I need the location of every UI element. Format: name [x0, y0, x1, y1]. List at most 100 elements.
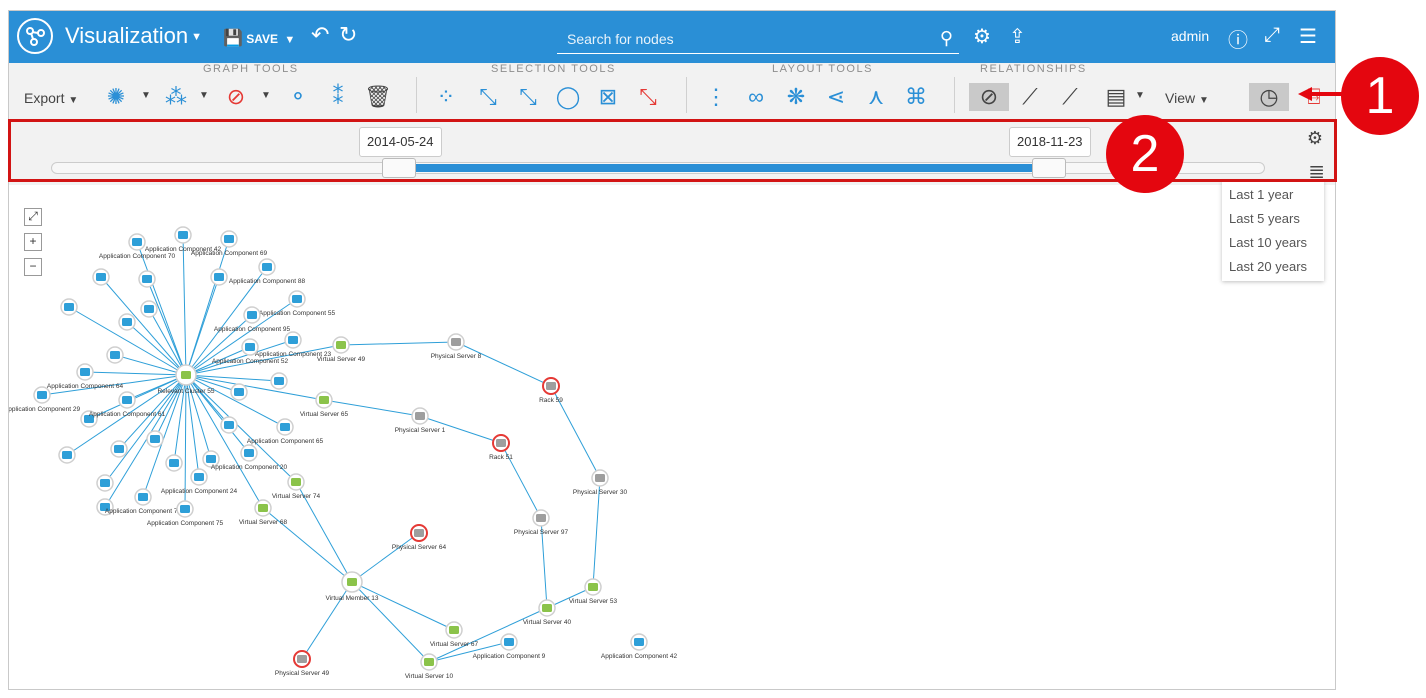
horizontal-layout-icon[interactable]: ∞: [741, 83, 771, 111]
graph-edge: [351, 581, 455, 631]
graph-node[interactable]: [118, 313, 136, 331]
graph-node[interactable]: Physical Server 64: [392, 524, 447, 551]
graph-node-label: Rack 51: [489, 454, 513, 461]
graph-node[interactable]: [106, 346, 124, 364]
info-icon[interactable]: ⓘ: [1228, 24, 1248, 53]
timeline-toggle-icon[interactable]: ◷: [1249, 83, 1289, 111]
graph-node[interactable]: Application Component 69: [191, 230, 268, 257]
undo-icon[interactable]: ↶: [311, 22, 329, 48]
graph-node[interactable]: [110, 440, 128, 458]
graph-node[interactable]: Virtual Server 68: [239, 499, 288, 526]
graph-node[interactable]: Application Component 55: [259, 290, 336, 317]
graph-node[interactable]: Virtual Member 13: [326, 571, 379, 602]
graph-node[interactable]: [96, 474, 114, 492]
graph-node[interactable]: Physical Server 97: [514, 509, 569, 536]
graph-node[interactable]: [60, 298, 78, 316]
hierarchy-layout-icon[interactable]: ⋏: [861, 83, 891, 111]
search-input[interactable]: [557, 25, 939, 53]
graph-node[interactable]: Rack 51: [489, 434, 513, 461]
graph-node[interactable]: [138, 270, 156, 288]
vertical-layout-icon[interactable]: ⋮: [701, 83, 731, 111]
graph-node-label: Application Component 9: [473, 653, 546, 660]
graph-node[interactable]: Application Component 24: [161, 468, 238, 495]
tree-layout-icon[interactable]: ⋖: [821, 83, 851, 111]
graph-node[interactable]: [58, 446, 76, 464]
select-path-icon[interactable]: ⤡: [513, 83, 543, 111]
graph-node-label: Virtual Server 65: [300, 411, 349, 418]
chevron-down-icon[interactable]: ▼: [199, 90, 209, 101]
relationship-curved-icon[interactable]: ⊘: [969, 83, 1009, 111]
graph-logo-icon[interactable]: [17, 18, 53, 54]
graph-node[interactable]: Application Component 42: [601, 633, 678, 660]
graph-node[interactable]: Physical Server 49: [275, 650, 330, 677]
relationship-link-icon[interactable]: ⟋: [1015, 83, 1045, 111]
graph-node[interactable]: Application Component 23: [255, 331, 332, 358]
graph-node-label: Physical Server 1: [395, 427, 446, 434]
select-neighbors-icon[interactable]: ⤡: [473, 83, 503, 111]
select-link-icon[interactable]: ⤡: [633, 83, 663, 111]
upload-icon[interactable]: ⇪: [1009, 24, 1026, 49]
fullscreen-icon[interactable]: ⤢: [1264, 24, 1280, 47]
graph-node[interactable]: Virtual Server 65: [300, 391, 349, 418]
graph-node[interactable]: [270, 372, 288, 390]
graph-node[interactable]: Application Component 20: [211, 444, 288, 471]
graph-node[interactable]: [165, 454, 183, 472]
save-button[interactable]: 💾 SAVE ▼: [223, 28, 295, 48]
graph-node[interactable]: [210, 268, 228, 286]
graph-node-label: Virtual Server 53: [569, 598, 618, 605]
relationship-line-icon[interactable]: ⟋: [1055, 83, 1085, 111]
settings-cogs-icon[interactable]: ⚙: [973, 24, 991, 49]
graph-node-label: Application Component 20: [211, 464, 288, 471]
graph-node[interactable]: [146, 430, 164, 448]
chevron-down-icon[interactable]: ▼: [141, 90, 151, 101]
chevron-down-icon[interactable]: ▼: [261, 90, 271, 101]
graph-canvas[interactable]: Relevant Cluster 55 Application Component…: [9, 187, 1335, 689]
graph-node-label: Application Component 42: [601, 653, 678, 660]
graph-node[interactable]: Virtual Server 40: [523, 599, 572, 626]
circular-layout-icon[interactable]: ❋: [781, 83, 811, 111]
invert-selection-icon[interactable]: ◯: [553, 83, 583, 111]
view-dropdown[interactable]: View ▼: [1165, 90, 1209, 106]
chevron-down-icon: ▼: [1198, 95, 1209, 106]
graph-node[interactable]: [230, 383, 248, 401]
search-icon[interactable]: ⚲: [940, 28, 953, 49]
export-dropdown[interactable]: Export ▼: [24, 90, 78, 106]
graph-node[interactable]: Application Component 64: [47, 363, 124, 390]
view-label: View: [1165, 90, 1196, 106]
user-name[interactable]: admin: [1171, 28, 1209, 44]
graph-node[interactable]: Virtual Server 49: [317, 336, 366, 363]
graph-node-label: Application Component 29: [9, 406, 81, 413]
divider: [954, 77, 955, 113]
add-node-icon[interactable]: ⚬: [283, 83, 313, 111]
select-all-icon[interactable]: ⁘: [431, 83, 461, 111]
graph-node[interactable]: Virtual Server 53: [569, 578, 618, 605]
app-title-menu[interactable]: Visualization ▼: [65, 23, 202, 49]
document-icon[interactable]: ▤: [1101, 83, 1131, 111]
graph-node-label: Application Component 64: [47, 383, 124, 390]
graph-node[interactable]: [92, 268, 110, 286]
graph-edge: [455, 341, 552, 387]
graph-node[interactable]: Application Component 65: [247, 418, 324, 445]
graph-node[interactable]: Virtual Server 67: [430, 621, 479, 648]
graph-node[interactable]: [140, 300, 158, 318]
grid-layout-icon[interactable]: ⌘: [901, 83, 931, 111]
add-link-icon[interactable]: ⁑: [323, 83, 353, 111]
graph-node[interactable]: Physical Server 30: [573, 469, 628, 496]
chevron-down-icon[interactable]: ▼: [1135, 90, 1145, 101]
trash-icon[interactable]: 🗑: [363, 83, 393, 111]
hamburger-menu-icon[interactable]: ☰: [1299, 24, 1317, 49]
graph-node[interactable]: Virtual Server 74: [272, 473, 321, 500]
graph-node[interactable]: [220, 416, 238, 434]
expand-node-icon[interactable]: ✺: [101, 83, 131, 111]
graph-node[interactable]: Physical Server 1: [395, 407, 446, 434]
graph-edge: [340, 341, 457, 346]
redo-icon[interactable]: ↻: [339, 22, 357, 48]
graph-node[interactable]: Physical Server 8: [431, 333, 482, 360]
deselect-icon[interactable]: ⊠: [593, 83, 623, 111]
hide-node-icon[interactable]: ⊘: [221, 83, 251, 111]
chevron-down-icon: ▼: [68, 95, 79, 106]
graph-node[interactable]: Application Component 88: [229, 258, 306, 285]
graph-node[interactable]: Application Component 61: [89, 391, 166, 418]
graph-node[interactable]: Application Component 9: [473, 633, 546, 660]
cluster-nodes-icon[interactable]: ⁂: [161, 83, 191, 111]
